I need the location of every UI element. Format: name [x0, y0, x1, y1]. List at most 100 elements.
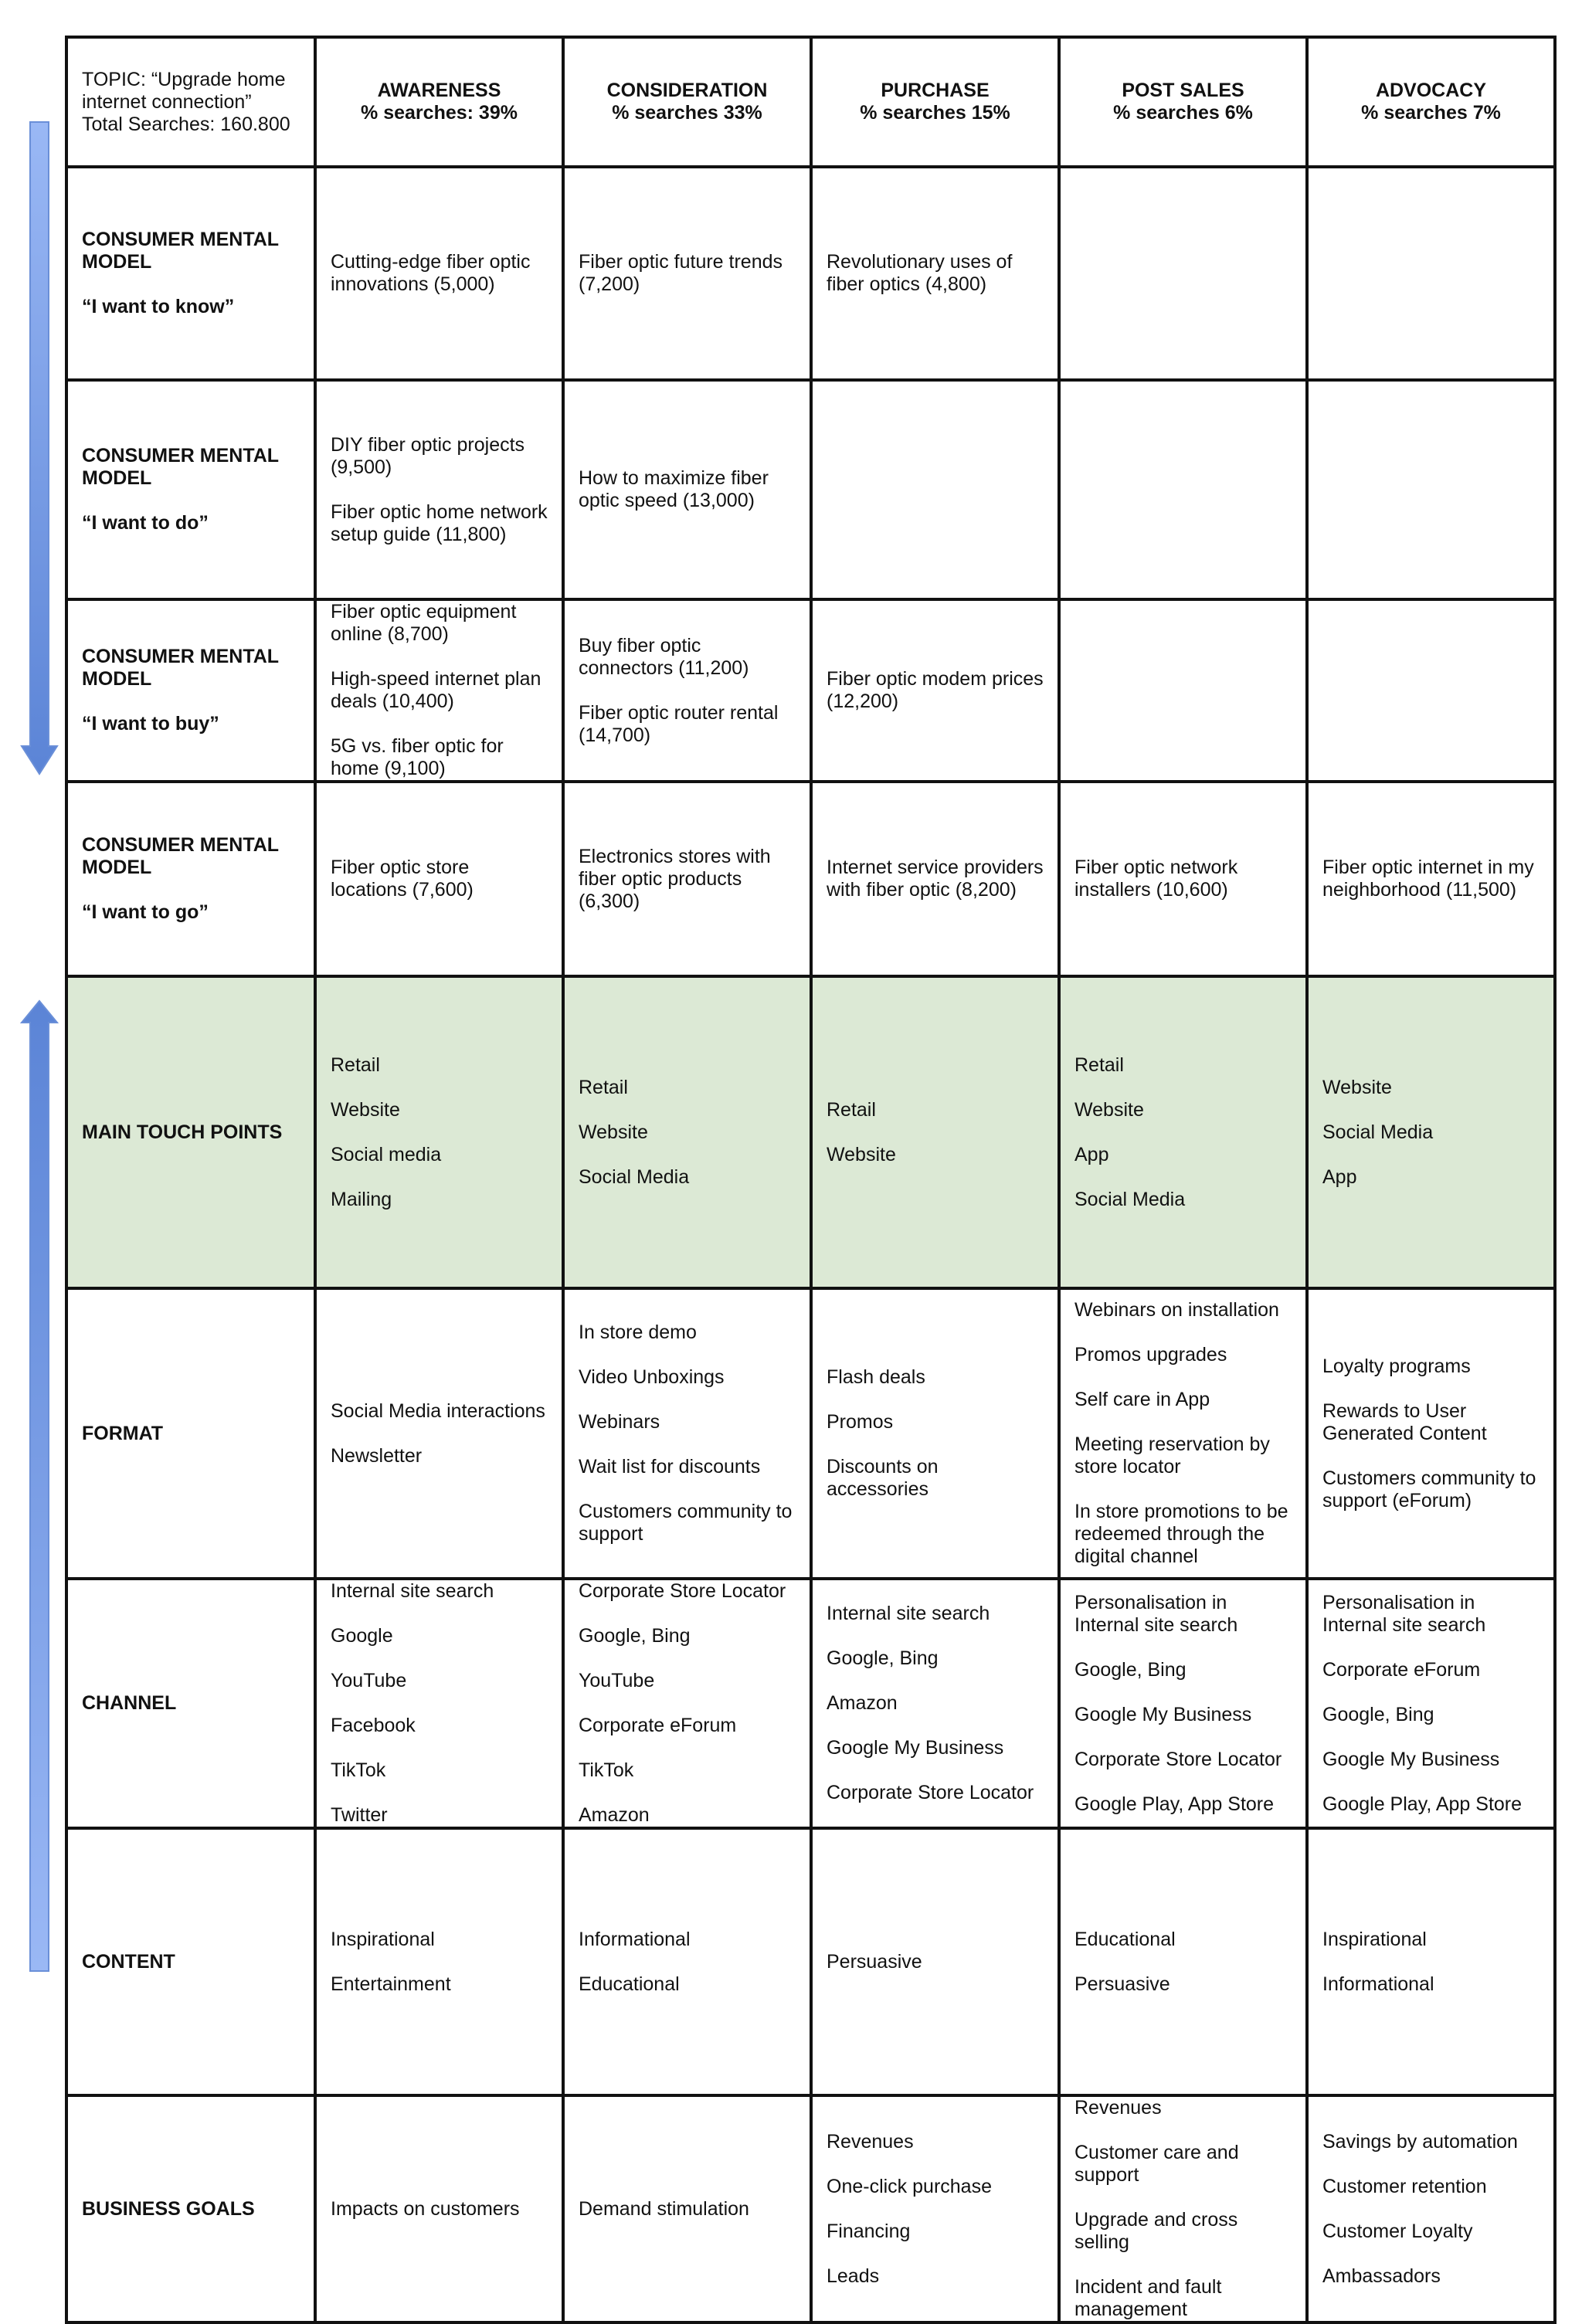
stage-name: AWARENESS	[377, 80, 501, 101]
row-sublabel: “I want to go”	[82, 901, 209, 923]
cell-item: Persuasive	[827, 1950, 922, 1973]
cell-item: Revenues	[827, 2130, 914, 2153]
row-go: CONSUMER MENTAL MODEL “I want to go” Fiber…	[65, 780, 1557, 978]
cell-consideration: Electronics stores with fiber optic prod…	[562, 780, 813, 978]
cell-purchase: Internal site search Google, Bing Amazon Go…	[810, 1577, 1061, 1830]
down-arrow-icon	[20, 121, 59, 775]
cell-item: Corporate Store Locator	[827, 1782, 1034, 1803]
cell-item: Google My Business	[827, 1737, 1004, 1759]
cell-purchase: Revolutionary uses of fiber optics (4,80…	[810, 165, 1061, 382]
cell-item: Retail	[1074, 1053, 1124, 1076]
cell-item: Google Play, App Store	[1322, 1793, 1523, 1815]
cell-post-sales	[1057, 378, 1309, 601]
cell-item: Customer Loyalty	[1322, 2220, 1473, 2242]
cell-item: Twitter	[331, 1804, 388, 1826]
cell-consideration: In store demo Video Unboxings Webinars Wait…	[562, 1287, 813, 1580]
cell-item: Social Media interactions	[331, 1399, 545, 1422]
customer-journey-table-wrapper: TOPIC: “Upgrade home internet connection…	[65, 36, 1557, 2324]
cell-item: Fiber optic router rental (14,700)	[579, 701, 779, 746]
row-format: FORMAT Social Media interactions Newslette…	[65, 1287, 1557, 1580]
cell-awareness: Internal site search Google YouTube Faceboo…	[314, 1577, 565, 1830]
cell-advocacy	[1305, 165, 1557, 382]
stage-name: PURCHASE	[881, 80, 990, 101]
cell-item: Informational	[579, 1928, 691, 1950]
row-label: BUSINESS GOALS	[82, 2197, 255, 2220]
cell-item: Personalisation in Internal site search	[1322, 1591, 1486, 1636]
cell-item: Amazon	[579, 1804, 650, 1826]
row-content: CONTENT Inspirational Entertainment Informa…	[65, 1827, 1557, 2097]
cell-post-sales: Fiber optic network installers (10,600)	[1057, 780, 1309, 978]
row-label: CONSUMER MENTAL MODEL	[82, 834, 279, 878]
cell-item: Newsletter	[331, 1444, 423, 1467]
cell-purchase: Flash deals Promos Discounts on accessorie…	[810, 1287, 1061, 1580]
row-label-cell: CONSUMER MENTAL MODEL “I want to know”	[65, 165, 317, 382]
cell-item: Buy fiber optic connectors (11,200)	[579, 634, 749, 679]
up-arrow-icon	[20, 999, 59, 1972]
cell-item: Website	[1322, 1076, 1392, 1098]
cell-item: Google My Business	[1074, 1703, 1252, 1725]
cell-awareness: Social Media interactions Newsletter	[314, 1287, 565, 1580]
row-label: CONTENT	[82, 1950, 175, 1973]
cell-item: Fiber optic store locations (7,600)	[331, 857, 474, 901]
cell-item: One-click purchase	[827, 2175, 992, 2197]
stage-searches: % searches 15%	[860, 102, 1010, 124]
cell-item: Corporate Store Locator	[579, 1580, 786, 1602]
cell-item: Inspirational	[1322, 1928, 1427, 1950]
cell-post-sales: Educational Persuasive	[1057, 1827, 1309, 2097]
cell-post-sales: Webinars on installation Promos upgrades S…	[1057, 1287, 1309, 1580]
cell-item: Website	[827, 1143, 896, 1165]
stage-header-purchase: PURCHASE % searches 15%	[810, 36, 1061, 168]
cell-item: Rewards to User Generated Content	[1322, 1399, 1487, 1444]
stage-searches: % searches: 39%	[361, 102, 518, 124]
cell-item: In store demo	[579, 1321, 697, 1343]
cell-awareness: Inspirational Entertainment	[314, 1827, 565, 2097]
row-channel: CHANNEL Internal site search Google YouTube…	[65, 1577, 1557, 1830]
cell-item: Customers community to support (eForum)	[1322, 1467, 1536, 1511]
cell-awareness: Fiber optic equipment online (8,700) High…	[314, 598, 565, 783]
row-label: FORMAT	[82, 1422, 164, 1444]
cell-post-sales	[1057, 598, 1309, 783]
cell-item: High-speed internet plan deals (10,400)	[331, 668, 541, 712]
cell-consideration: Corporate Store Locator Google, Bing YouTu…	[562, 1577, 813, 1830]
cell-post-sales: Personalisation in Internal site search G…	[1057, 1577, 1309, 1830]
cell-item: Fiber optic home network setup guide (11…	[331, 500, 548, 545]
cell-purchase: Retail Website	[810, 975, 1061, 1290]
cell-awareness: Impacts on customers	[314, 2094, 565, 2324]
cell-item: Corporate eForum	[579, 1715, 737, 1736]
cell-item: Mailing	[331, 1188, 392, 1210]
cell-item: Cutting-edge fiber optic innovations (5,…	[331, 251, 531, 295]
cell-item: Google Play, App Store	[1074, 1793, 1275, 1815]
cell-item: In store promotions to be redeemed throu…	[1074, 1501, 1288, 1567]
row-label: CONSUMER MENTAL MODEL	[82, 229, 279, 273]
cell-item: Internet service providers with fiber op…	[827, 857, 1044, 901]
cell-item: Google My Business	[1322, 1748, 1500, 1770]
stage-header-advocacy: ADVOCACY % searches 7%	[1305, 36, 1557, 168]
row-label-cell: CHANNEL	[65, 1577, 317, 1830]
stage-searches: % searches 6%	[1113, 102, 1253, 124]
row-label: CONSUMER MENTAL MODEL	[82, 646, 279, 690]
cell-item: Amazon	[827, 1692, 898, 1714]
cell-item: Webinars	[579, 1411, 660, 1433]
cell-advocacy: Website Social Media App	[1305, 975, 1557, 1290]
stage-name: POST SALES	[1122, 80, 1244, 101]
cell-awareness: Cutting-edge fiber optic innovations (5,…	[314, 165, 565, 382]
cell-item: Meeting reservation by store locator	[1074, 1433, 1270, 1478]
cell-item: Electronics stores with fiber optic prod…	[579, 845, 771, 912]
cell-item: Informational	[1322, 1973, 1434, 1995]
cell-advocacy: Loyalty programs Rewards to User Generate…	[1305, 1287, 1557, 1580]
row-label-cell: MAIN TOUCH POINTS	[65, 975, 317, 1290]
cell-item: Social Media	[1074, 1188, 1186, 1210]
topic-cell: TOPIC: “Upgrade home internet connection…	[65, 36, 317, 168]
cell-consideration: How to maximize fiber optic speed (13,00…	[562, 378, 813, 601]
row-do: CONSUMER MENTAL MODEL “I want to do” DIY f…	[65, 378, 1557, 601]
cell-post-sales: Revenues Customer care and support Upgrade…	[1057, 2094, 1309, 2324]
topic-title: TOPIC: “Upgrade home internet connection…	[82, 68, 286, 113]
cell-purchase: Revenues One-click purchase Financing Leads	[810, 2094, 1061, 2324]
cell-consideration: Demand stimulation	[562, 2094, 813, 2324]
cell-item: YouTube	[579, 1670, 655, 1691]
cell-item: YouTube	[331, 1670, 407, 1691]
row-label-cell: CONSUMER MENTAL MODEL “I want to buy”	[65, 598, 317, 783]
